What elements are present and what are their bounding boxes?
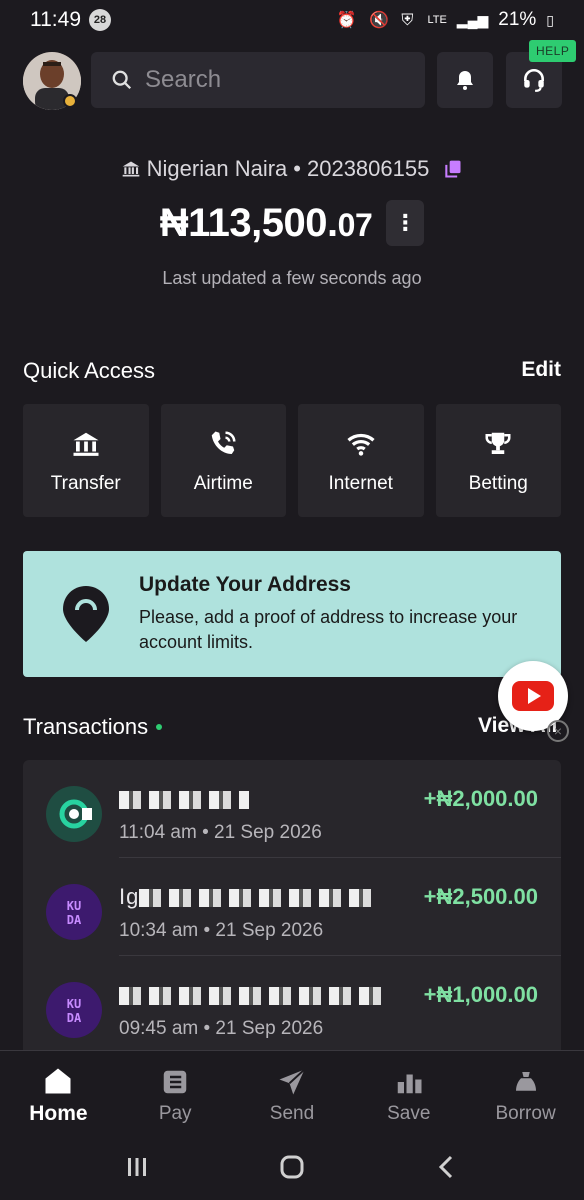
wifi-icon — [346, 427, 376, 461]
trophy-icon — [483, 427, 513, 461]
svg-text:KU: KU — [67, 899, 81, 913]
opay-logo-icon — [46, 786, 102, 842]
battery-icon: ▯ — [546, 11, 554, 28]
svg-text:DA: DA — [67, 913, 82, 927]
nav-home[interactable]: Home — [0, 1051, 117, 1138]
transaction-name-text: Ig — [119, 884, 140, 909]
quick-access-label: Transfer — [50, 472, 121, 494]
transaction-row[interactable]: KU DA 09:45 am • 21 Sep 2026 +₦1,000.00 — [23, 956, 561, 1054]
banner-text: Update Your Address Please, add a proof … — [139, 573, 519, 655]
balance-main: ₦113,500. — [159, 200, 338, 245]
account-number: 2023806155 — [306, 156, 430, 181]
search-icon — [111, 69, 133, 91]
system-navigation-bar — [0, 1138, 584, 1200]
status-bar: 11:49 28 ⏰ 🔇 ⛨ LTE ▂▄▆ 21% ▯ — [0, 0, 584, 40]
quick-access-label: Airtime — [193, 472, 253, 494]
redacted-name — [139, 889, 380, 908]
location-pin-icon — [53, 584, 119, 644]
banner-title: Update Your Address — [139, 573, 351, 596]
youtube-icon — [512, 681, 554, 711]
transaction-name: Ig — [119, 884, 380, 910]
balance-decimal: 07 — [337, 206, 373, 243]
nav-label: Home — [29, 1101, 88, 1125]
status-right: ⏰ 🔇 ⛨ LTE ▂▄▆ 21% ▯ — [337, 9, 554, 31]
nav-borrow[interactable]: Borrow — [467, 1051, 584, 1138]
bell-icon — [457, 71, 473, 90]
transaction-time: 11:04 am • 21 Sep 2026 — [119, 822, 322, 843]
nav-label: Borrow — [495, 1102, 556, 1124]
quick-access-label: Betting — [468, 472, 528, 494]
notifications-button[interactable] — [437, 52, 493, 108]
battery-text: 21% — [498, 9, 537, 30]
search-box[interactable] — [91, 52, 425, 108]
kuda-logo-icon: KU DA — [46, 884, 102, 940]
pay-icon — [160, 1065, 190, 1099]
bank-icon — [71, 427, 101, 461]
nav-pay[interactable]: Pay — [117, 1051, 234, 1138]
currency-label: Nigerian Naira — [146, 156, 288, 181]
notification-count-badge: 28 — [89, 9, 111, 31]
help-tag[interactable]: HELP — [529, 40, 577, 62]
kuda-logo-icon: KU DA — [46, 982, 102, 1038]
transaction-time: 09:45 am • 21 Sep 2026 — [119, 1018, 324, 1039]
save-icon — [394, 1065, 424, 1099]
transaction-amount: +₦2,000.00 — [423, 786, 538, 811]
bottom-nav: Home Pay Send Save Borrow — [0, 1050, 584, 1138]
update-address-banner[interactable]: Update Your Address Please, add a proof … — [23, 551, 561, 677]
quick-access-grid: Transfer Airtime Internet Betting — [23, 404, 561, 517]
transaction-row[interactable]: 11:04 am • 21 Sep 2026 +₦2,000.00 — [23, 760, 561, 858]
edit-quick-access-button[interactable]: Edit — [521, 358, 561, 382]
phone-icon — [208, 427, 238, 461]
nav-label: Save — [387, 1102, 431, 1124]
send-icon — [277, 1065, 307, 1099]
transaction-amount: +₦2,500.00 — [423, 884, 538, 909]
quick-access-label: Internet — [328, 472, 393, 494]
svg-text:DA: DA — [67, 1011, 82, 1025]
avatar-badge-icon — [63, 94, 77, 108]
status-time: 11:49 — [30, 8, 81, 31]
transactions-header: Transactions — [23, 714, 163, 740]
quick-access-title: Quick Access — [23, 358, 156, 383]
home-icon — [43, 1064, 73, 1098]
transaction-row[interactable]: KU DA Ig 10:34 am • 21 Sep 2026 +₦2,500.0… — [23, 858, 561, 956]
lte-label: LTE — [427, 14, 447, 26]
more-options-button[interactable]: ⋮ — [386, 200, 425, 246]
copy-icon[interactable] — [443, 159, 463, 179]
recent-apps-icon[interactable] — [122, 1152, 152, 1187]
nav-label: Send — [269, 1102, 315, 1124]
separator: • — [293, 156, 301, 181]
nav-send[interactable]: Send — [234, 1051, 351, 1138]
bank-icon — [121, 159, 141, 179]
status-icons: ⏰ 🔇 ⛨ — [336, 12, 418, 29]
quick-access-airtime[interactable]: Airtime — [160, 404, 286, 517]
close-bubble-icon[interactable]: × — [547, 720, 569, 742]
home-system-icon[interactable] — [277, 1152, 307, 1187]
transaction-name — [119, 786, 249, 812]
redacted-name — [119, 791, 249, 810]
account-info: Nigerian Naira • 2023806155 — [0, 156, 584, 182]
quick-access-transfer[interactable]: Transfer — [23, 404, 149, 517]
transactions-list: 11:04 am • 21 Sep 2026 +₦2,000.00 KU DA I… — [23, 760, 561, 1060]
transaction-time: 10:34 am • 21 Sep 2026 — [119, 920, 324, 941]
transactions-title: Transactions — [23, 714, 149, 739]
signal-icon: ▂▄▆ — [456, 11, 489, 28]
redacted-name — [119, 987, 389, 1006]
transaction-name — [119, 982, 389, 1008]
top-bar — [0, 52, 584, 110]
search-input[interactable] — [145, 66, 395, 94]
last-updated-text: Last updated a few seconds ago — [162, 268, 422, 288]
back-icon[interactable] — [432, 1152, 462, 1187]
balance-amount: ₦113,500.07 — [159, 200, 373, 246]
live-dot-icon — [156, 724, 163, 730]
nav-label: Pay — [158, 1102, 192, 1124]
quick-access-betting[interactable]: Betting — [435, 404, 561, 517]
banner-description: Please, add a proof of address to increa… — [139, 607, 518, 652]
headset-icon — [524, 68, 544, 92]
borrow-icon — [511, 1065, 541, 1099]
nav-save[interactable]: Save — [350, 1051, 467, 1138]
quick-access-internet[interactable]: Internet — [298, 404, 424, 517]
transaction-amount: +₦1,000.00 — [423, 982, 538, 1007]
balance-row: ₦113,500.07 ⋮ — [0, 200, 584, 246]
svg-text:KU: KU — [67, 997, 81, 1011]
